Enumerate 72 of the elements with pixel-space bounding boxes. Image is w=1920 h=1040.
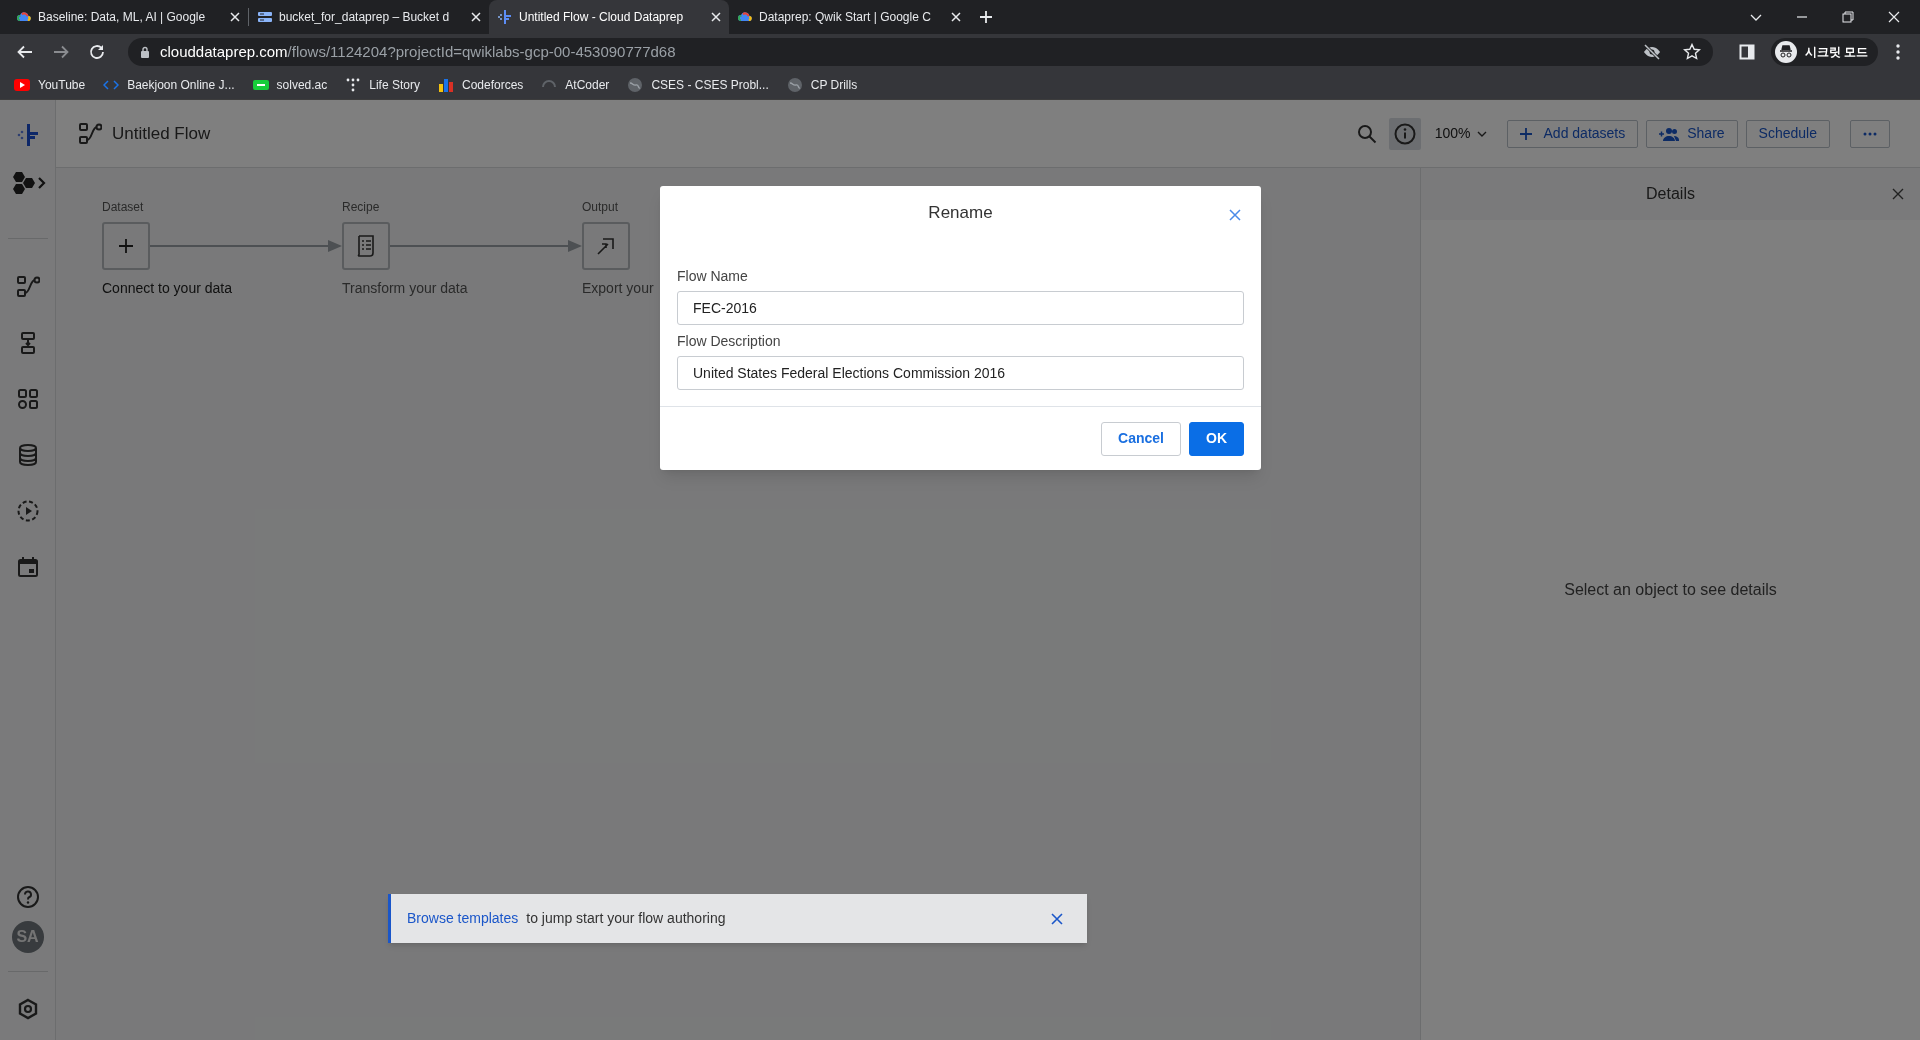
search-icon[interactable]	[1356, 123, 1377, 144]
text-field[interactable]: United States Federal Elections Commission 2016	[677, 356, 1244, 390]
chevron-down-icon	[1476, 130, 1487, 137]
eye-off-icon[interactable]	[1642, 43, 1661, 61]
play-circle-icon[interactable]	[15, 499, 40, 523]
play-icon	[14, 76, 30, 93]
export-icon	[596, 236, 616, 256]
bookmark[interactable]: Baekjoon Online J...	[103, 75, 235, 94]
bookmark[interactable]: CP Drills	[786, 75, 858, 94]
new-tab-icon[interactable]	[979, 10, 993, 24]
step-caption: Export your	[582, 279, 654, 298]
plus-icon	[118, 238, 134, 254]
address-bar[interactable]: clouddataprep.com/flows/1124204?projectId=qwiklabs-gcp-00-453090777d68	[128, 38, 1713, 66]
dots-icon	[345, 76, 362, 93]
dialog-title: Rename	[928, 202, 993, 225]
calendar-icon[interactable]	[15, 555, 40, 579]
incognito-icon	[1774, 41, 1797, 63]
browser-tab[interactable]: Dataprep: Qwik Start | Google C	[729, 0, 969, 34]
url-text: clouddataprep.com/flows/1124204?projectId=qwiklabs-gcp-00-453090777d68	[160, 41, 677, 62]
step-node[interactable]	[102, 222, 150, 270]
recipe-icon	[356, 235, 376, 257]
panel-title: Details	[1646, 184, 1695, 204]
flow-icon[interactable]	[15, 275, 40, 299]
browser-tab[interactable]: Untitled Flow - Cloud Dataprep	[489, 0, 729, 34]
bookmark[interactable]: CSES - CSES Probl...	[627, 75, 769, 94]
field-label: Flow Name	[677, 267, 748, 286]
info-icon	[1393, 122, 1416, 145]
people-icon	[1659, 126, 1680, 141]
step-caption: Connect to your data	[102, 279, 232, 298]
bookmark[interactable]: Codeforces	[437, 75, 524, 94]
forward-icon[interactable]	[52, 43, 70, 61]
bookmark[interactable]: solved.ac	[252, 75, 328, 94]
plus-icon	[1519, 127, 1532, 140]
browser-tab[interactable]: bucket_for_dataprep – Bucket d	[249, 0, 489, 34]
globe-icon	[627, 76, 644, 93]
settings-icon[interactable]	[16, 998, 39, 1020]
restore-icon[interactable]	[1842, 11, 1854, 23]
flow-title[interactable]: Untitled Flow	[112, 120, 211, 147]
text-field[interactable]: FEC-2016	[677, 291, 1244, 325]
browse-templates-link[interactable]: Browse templates	[407, 908, 519, 929]
profile-button[interactable]: 시크릿 모드	[1770, 38, 1878, 66]
more-icon	[1863, 131, 1877, 136]
help-icon[interactable]	[15, 885, 40, 909]
menu-icon[interactable]	[1896, 44, 1900, 60]
bar-chart-icon	[437, 76, 454, 93]
field-label: Flow Description	[677, 332, 781, 351]
flow-icon	[78, 121, 102, 146]
lock-icon	[140, 46, 150, 58]
dialog-button[interactable]: OK	[1189, 421, 1244, 456]
step-caption: Transform your data	[342, 279, 468, 298]
bookmark[interactable]: Life Story	[345, 75, 420, 94]
toolbar-button[interactable]: Share	[1646, 119, 1738, 148]
toast-text: to jump start your flow authoring	[526, 909, 727, 928]
step-node[interactable]	[342, 222, 390, 270]
globe-icon	[786, 76, 803, 93]
apps-icon[interactable]	[15, 387, 40, 411]
bookmark[interactable]: AtCoder	[541, 75, 610, 94]
back-icon[interactable]	[16, 43, 34, 61]
storage-icon	[257, 9, 273, 25]
step-node[interactable]	[582, 222, 630, 270]
step-label: Dataset	[102, 199, 144, 216]
empty-state-text: Select an object to see details	[1564, 580, 1777, 600]
browser-tab[interactable]: Baseline: Data, ML, AI | Google	[8, 0, 248, 34]
reload-icon[interactable]	[88, 43, 106, 61]
zoom-dropdown[interactable]: 100%	[1434, 123, 1487, 144]
step-label: Output	[582, 199, 619, 216]
star-icon[interactable]	[1682, 43, 1701, 61]
dialog-button[interactable]: Cancel	[1101, 421, 1181, 456]
info-button[interactable]	[1388, 117, 1421, 150]
side-panel-icon[interactable]	[1738, 44, 1755, 60]
step-label: Recipe	[342, 199, 380, 216]
bookmark[interactable]: YouTube	[14, 75, 86, 94]
